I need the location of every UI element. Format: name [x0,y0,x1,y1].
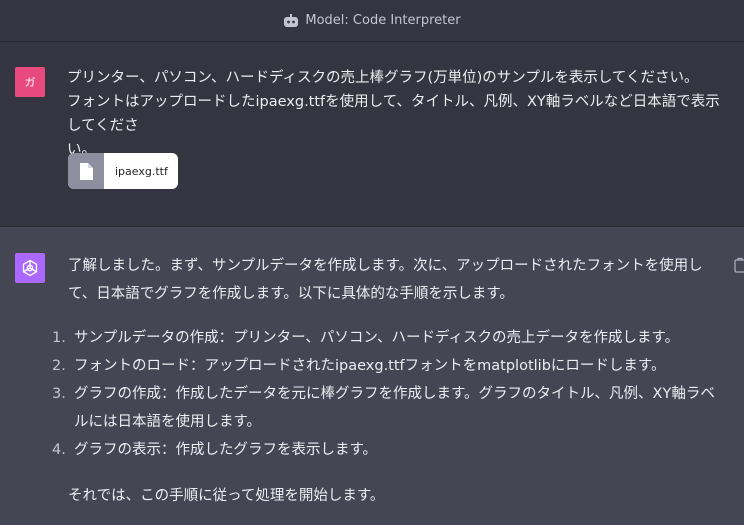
model-label[interactable]: Model: Code Interpreter [305,13,460,28]
step-number: 1. [52,330,66,346]
step-text: フォントのロード：アップロードされたipaexg.ttfフォントをmatplot… [74,358,666,374]
step-text: グラフの表示：作成したグラフを表示します。 [74,442,378,458]
step-text: グラフの作成：作成したデータを元に棒グラフを作成します。グラフのタイトル、凡例、… [74,386,715,430]
assistant-outro: それでは、この手順に従って処理を開始します。 [68,488,385,504]
user-avatar: ガ [15,67,45,97]
user-message-text: プリンター、パソコン、ハードディスクの売上棒グラフ(万単位)のサンプルを表示して… [67,70,720,158]
list-item: 2. フォントのロード：アップロードされたipaexg.ttfフォントをmatpl… [52,352,718,380]
list-item: 3. グラフの作成：作成したデータを元に棒グラフを作成します。グラフのタイトル、凡… [52,380,718,436]
assistant-intro: 了解しました。まず、サンプルデータを作成します。次に、アップロードされたフォント… [68,258,703,302]
step-text: サンプルデータの作成：プリンター、パソコン、ハードディスクの売上データを作成しま… [74,330,680,346]
assistant-avatar [15,253,45,283]
user-message: ガ プリンター、パソコン、ハードディスクの売上棒グラフ(万単位)のサンプルを表示… [0,42,744,227]
list-item: 4. グラフの表示：作成したグラフを表示します。 [52,436,718,464]
user-avatar-initial: ガ [24,76,36,89]
file-attachment[interactable]: ipaexg.ttf [68,153,178,189]
assistant-message: 了解しました。まず、サンプルデータを作成します。次に、アップロードされたフォント… [52,252,718,525]
openai-logo-icon [22,259,38,277]
top-bar: Model: Code Interpreter [0,0,744,42]
step-number: 4. [52,442,66,458]
step-number: 3. [52,386,66,402]
list-item: 1. サンプルデータの作成：プリンター、パソコン、ハードディスクの売上データを作成… [52,324,718,352]
copy-icon[interactable] [733,257,744,273]
step-number: 2. [52,358,66,374]
file-icon [68,153,104,189]
file-name: ipaexg.ttf [115,164,168,178]
steps-list: 1. サンプルデータの作成：プリンター、パソコン、ハードディスクの売上データを作成… [52,324,718,464]
model-plugin-icon [284,13,299,27]
